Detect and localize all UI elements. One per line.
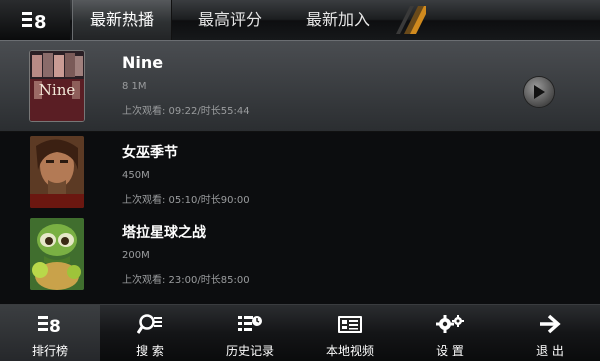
movie-list: Nine Nine 8 1M 上次观看: 09:22/时长55:44 女巫季节 bbox=[0, 40, 600, 304]
nav-history[interactable]: 历史记录 bbox=[200, 305, 300, 361]
tab-top-rated[interactable]: 最高评分 bbox=[180, 0, 280, 40]
nav-search[interactable]: 搜 索 bbox=[100, 305, 200, 361]
tab-latest-hot[interactable]: 最新热播 bbox=[72, 0, 172, 40]
history-icon bbox=[238, 316, 262, 331]
movie-title: 塔拉星球之战 bbox=[122, 225, 206, 241]
tab-newest[interactable]: 最新加入 bbox=[288, 0, 388, 40]
movie-row-planet-51[interactable]: 塔拉星球之战 200M 上次观看: 23:00/时长85:00 bbox=[0, 214, 600, 298]
exit-arrow-icon bbox=[540, 314, 561, 334]
movie-size: 450M bbox=[122, 170, 150, 181]
nav-label: 退 出 bbox=[536, 344, 564, 358]
nav-label: 搜 索 bbox=[136, 344, 164, 358]
nav-local-video[interactable]: 本地视频 bbox=[300, 305, 400, 361]
nav-label: 本地视频 bbox=[325, 344, 374, 358]
movie-title: 女巫季节 bbox=[122, 145, 178, 161]
svg-text:8: 8 bbox=[49, 317, 61, 335]
play-button[interactable] bbox=[524, 77, 554, 107]
decorative-slash-icon bbox=[396, 6, 426, 34]
bottom-nav-bar: 8 排行榜 搜 索 历史记录 本地视频 设 置 退 出 bbox=[0, 304, 600, 361]
top-tab-bar: 8 最新热播 最高评分 最新加入 bbox=[0, 0, 600, 41]
movie-row-nine[interactable]: Nine Nine 8 1M 上次观看: 09:22/时长55:44 bbox=[0, 40, 600, 132]
poster-season-of-witch bbox=[30, 136, 84, 208]
movie-row-season-of-witch[interactable]: 女巫季节 450M 上次观看: 05:10/时长90:00 bbox=[0, 132, 600, 214]
poster-nine-title: Nine bbox=[38, 81, 76, 99]
nav-label: 设 置 bbox=[436, 344, 464, 358]
ranking-icon: 8 bbox=[38, 316, 61, 335]
poster-nine: Nine bbox=[30, 51, 84, 121]
movie-last-watched: 上次观看: 23:00/时长85:00 bbox=[122, 275, 250, 286]
nav-label: 历史记录 bbox=[225, 344, 274, 358]
nav-exit[interactable]: 退 出 bbox=[500, 305, 600, 361]
svg-text:8: 8 bbox=[34, 12, 47, 31]
app-logo: 8 bbox=[0, 0, 70, 40]
nav-label: 排行榜 bbox=[31, 344, 68, 358]
movie-size: 200M bbox=[122, 250, 150, 261]
movie-last-watched: 上次观看: 05:10/时长90:00 bbox=[122, 195, 250, 206]
nav-ranking[interactable]: 8 排行榜 bbox=[0, 305, 100, 361]
movie-size: 8 1M bbox=[122, 81, 147, 92]
poster-planet-51 bbox=[30, 218, 84, 290]
settings-icon bbox=[436, 315, 464, 333]
search-icon bbox=[137, 314, 162, 334]
play-icon bbox=[534, 85, 545, 99]
ranking-icon: 8 bbox=[22, 12, 47, 31]
movie-title: Nine bbox=[122, 53, 164, 72]
nav-settings[interactable]: 设 置 bbox=[400, 305, 500, 361]
movie-last-watched: 上次观看: 09:22/时长55:44 bbox=[122, 106, 250, 117]
local-video-icon bbox=[338, 316, 362, 333]
